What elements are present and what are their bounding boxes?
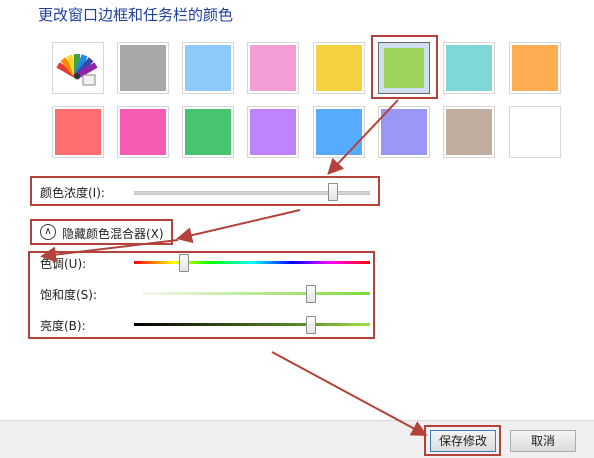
- arrow-to-save: [271, 351, 428, 436]
- annotation-arrows: [40, 99, 428, 436]
- arrow-to-intensity: [327, 99, 399, 175]
- arrow-to-mixer-toggle: [176, 209, 301, 244]
- arrow-to-mixer: [40, 239, 179, 263]
